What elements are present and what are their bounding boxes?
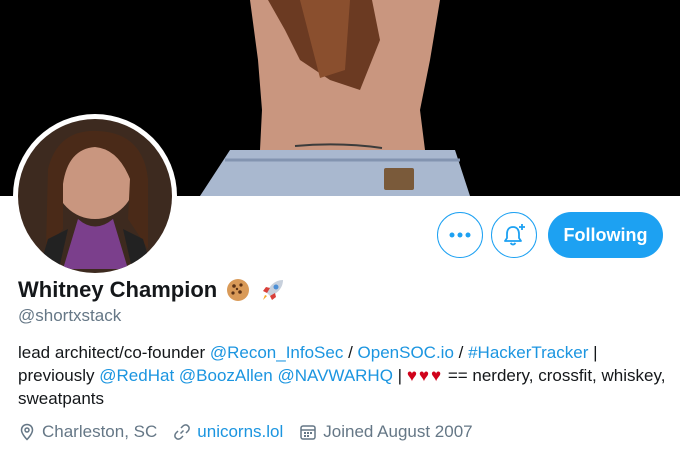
link-opensoc[interactable]: OpenSOC.io — [358, 343, 454, 362]
more-icon — [449, 232, 471, 238]
more-options-button[interactable] — [437, 212, 483, 258]
cookie-emoji — [227, 279, 250, 301]
profile-meta: Charleston, SC unicorns.lol Joined Augus… — [18, 422, 489, 442]
handle: @shortxstack — [18, 306, 122, 325]
location-pin-icon — [20, 423, 34, 441]
bell-plus-icon — [504, 224, 525, 246]
display-name: Whitney Champion — [18, 276, 287, 304]
following-button[interactable]: Following — [548, 212, 663, 258]
display-name-text: Whitney Champion — [18, 277, 218, 302]
calendar-icon — [300, 425, 317, 440]
joined-item: Joined August 2007 — [299, 422, 473, 442]
joined-text: Joined August 2007 — [323, 422, 473, 441]
mention-navwarhq[interactable]: @NAVWARHQ — [277, 366, 392, 385]
bio-text: / — [343, 343, 358, 362]
link-icon — [174, 424, 191, 440]
notifications-button[interactable] — [491, 212, 537, 258]
hearts-emoji: ♥♥♥ — [406, 366, 444, 385]
website-item[interactable]: unicorns.lol — [173, 422, 283, 442]
bio-text: / — [453, 343, 469, 362]
mention-recon-infosec[interactable]: @Recon_InfoSec — [210, 343, 344, 362]
bio-text: | — [392, 366, 407, 385]
bio: lead architect/co-founder @Recon_InfoSec… — [18, 341, 668, 410]
avatar-photo — [18, 119, 172, 273]
hashtag-hackertracker[interactable]: #HackerTracker — [468, 343, 588, 362]
bio-text: lead architect/co-founder — [18, 343, 210, 362]
rocket-emoji — [263, 280, 284, 300]
location-item: Charleston, SC — [18, 422, 157, 442]
website-link[interactable]: unicorns.lol — [197, 422, 283, 442]
mention-boozallen[interactable]: @BoozAllen — [179, 366, 273, 385]
avatar[interactable] — [13, 114, 177, 278]
following-label: Following — [563, 224, 648, 245]
mention-redhat[interactable]: @RedHat — [99, 366, 174, 385]
location-text: Charleston, SC — [42, 422, 158, 441]
